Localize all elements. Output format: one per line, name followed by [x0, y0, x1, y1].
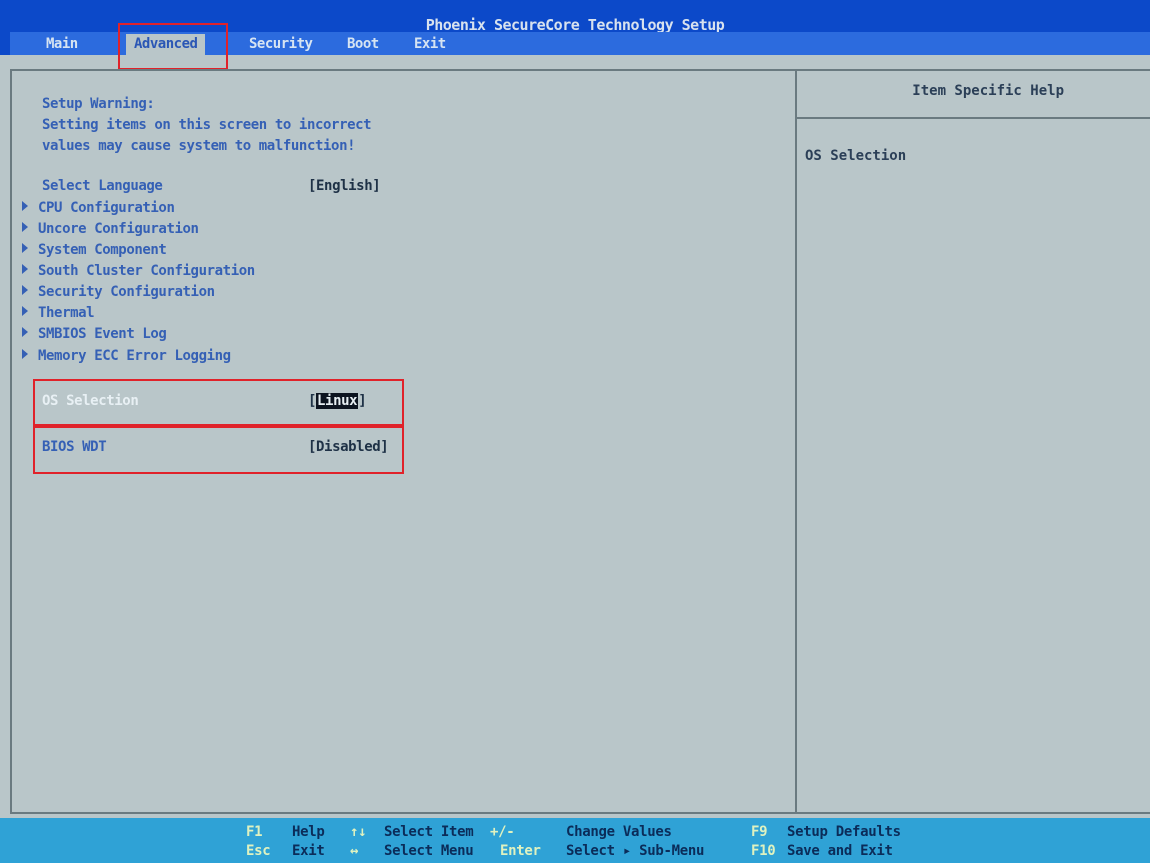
submenu-security-configuration[interactable]: Security Configuration [22, 284, 215, 300]
footer-keybar: F1 Help ↑↓ Select Item +/- Change Values… [0, 818, 1150, 863]
submenu-thermal[interactable]: Thermal [22, 305, 95, 321]
help-text: OS Selection [805, 148, 907, 164]
key-esc: Esc [246, 843, 271, 859]
submenu-arrow-icon [22, 306, 28, 316]
warning-heading: Setup Warning: [42, 96, 155, 112]
tab-main[interactable]: Main [46, 36, 78, 52]
key-f10-desc: Save and Exit [787, 843, 893, 859]
submenu-arrow-icon [22, 349, 28, 359]
advanced-tab-highlight-box [118, 23, 228, 70]
submenu-uncore-configuration[interactable]: Uncore Configuration [22, 221, 199, 237]
key-up-down-desc: Select Item [384, 824, 474, 840]
submenu-arrow-icon [22, 327, 28, 337]
submenu-cpu-configuration[interactable]: CPU Configuration [22, 200, 175, 216]
submenu-system-component[interactable]: System Component [22, 242, 167, 258]
submenu-south-cluster-configuration[interactable]: South Cluster Configuration [22, 263, 255, 279]
submenu-arrow-icon [22, 222, 28, 232]
os-selection-highlight-box [33, 379, 404, 426]
tab-exit[interactable]: Exit [414, 36, 446, 52]
help-header: Item Specific Help [797, 71, 1150, 119]
submenu-arrow-icon [22, 285, 28, 295]
key-plus-minus: +/- [490, 824, 515, 840]
key-left-right-desc: Select Menu [384, 843, 474, 859]
tab-boot[interactable]: Boot [347, 36, 379, 52]
tab-security[interactable]: Security [249, 36, 313, 52]
key-plus-minus-desc: Change Values [566, 824, 672, 840]
help-panel: Item Specific Help OS Selection [795, 69, 1150, 814]
key-esc-desc: Exit [292, 843, 325, 859]
key-f1-desc: Help [292, 824, 325, 840]
submenu-arrow-icon [22, 264, 28, 274]
warning-line-1: Setting items on this screen to incorrec… [42, 117, 372, 133]
submenu-smbios-event-log[interactable]: SMBIOS Event Log [22, 326, 167, 342]
submenu-arrow-icon [22, 201, 28, 211]
bios-wdt-highlight-box [33, 426, 404, 474]
key-f10: F10 [751, 843, 776, 859]
warning-line-2: values may cause system to malfunction! [42, 138, 356, 154]
key-enter-desc: Select ▸ Sub-Menu [566, 843, 705, 859]
key-f9-desc: Setup Defaults [787, 824, 901, 840]
select-language-value[interactable]: [English] [308, 178, 381, 194]
submenu-memory-ecc-error-logging[interactable]: Memory ECC Error Logging [22, 348, 231, 364]
key-f9: F9 [751, 824, 768, 840]
key-f1: F1 [246, 824, 263, 840]
key-enter: Enter [500, 843, 541, 859]
submenu-arrow-icon [22, 243, 28, 253]
key-left-right: ↔ [350, 843, 359, 859]
key-up-down: ↑↓ [350, 824, 367, 840]
select-language-item[interactable]: Select Language [42, 178, 163, 194]
